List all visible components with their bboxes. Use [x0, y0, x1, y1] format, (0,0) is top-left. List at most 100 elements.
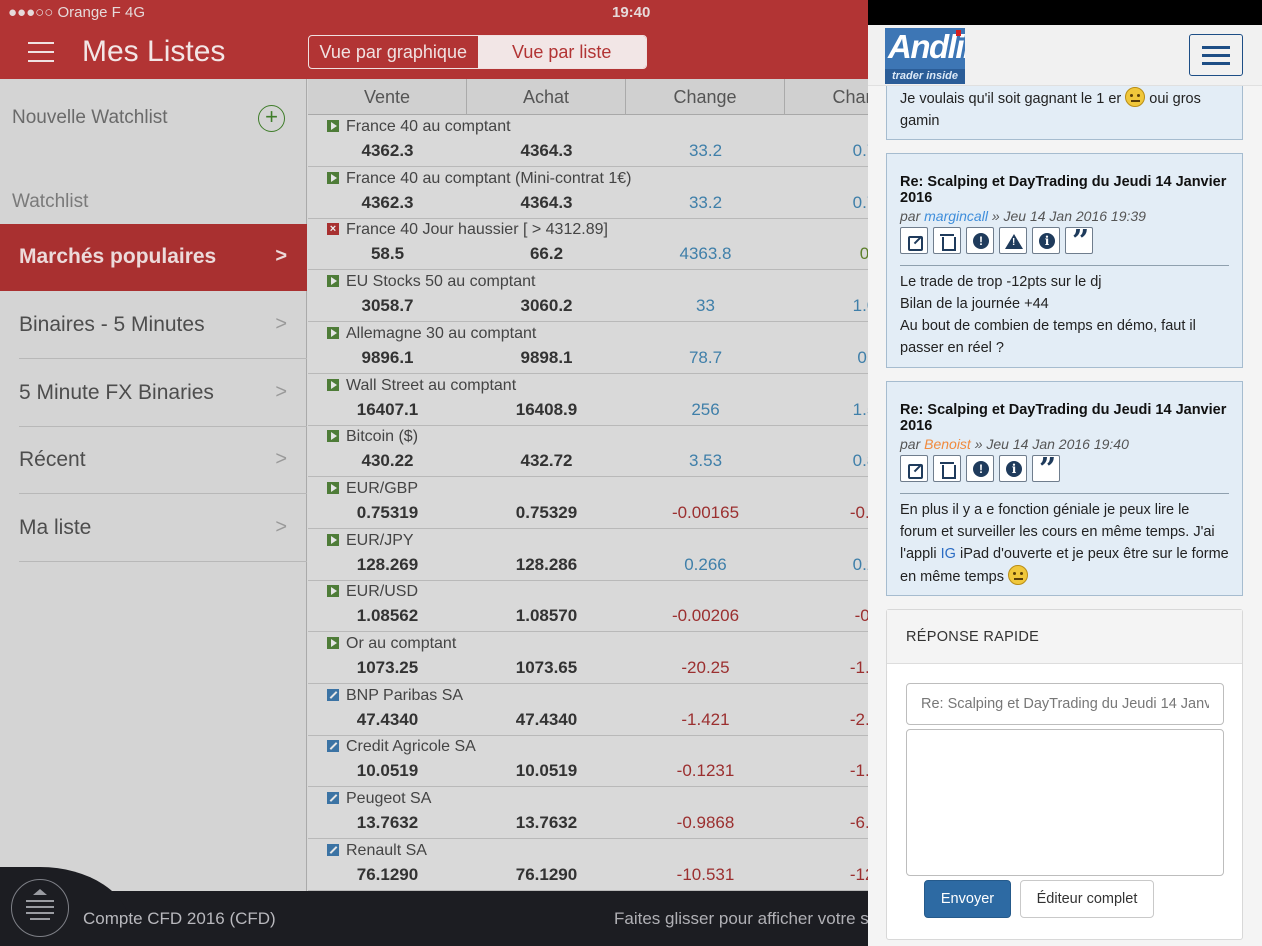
market-row[interactable]: France 40 Jour haussier [ > 4312.89] 58.5… [308, 218, 868, 271]
sidebar-item[interactable]: Marchés populaires > [0, 224, 307, 291]
market-row[interactable]: Wall Street au comptant 16407.1 16408.9 256… [308, 374, 868, 426]
forum-post: Re: Scalping et DayTrading du Jeudi 14 J… [886, 153, 1243, 368]
quote-icon[interactable] [1065, 224, 1093, 259]
market-row[interactable]: France 40 au comptant 4362.34364.3 33.2 0.7 [308, 115, 868, 167]
sidebar-item[interactable]: Récent > [0, 427, 307, 494]
market-row[interactable]: EU Stocks 50 au comptant 3058.7 3060.2 33 1.… [308, 270, 868, 323]
buy-price[interactable]: 9898.1 [467, 348, 626, 368]
post-date: » Jeu 14 Jan 2016 19:40 [974, 436, 1129, 452]
market-row[interactable]: EUR/GBP 0.753190.75329 -0.00165 -0.2 [308, 477, 868, 529]
sell-price[interactable]: 9896.1 [308, 348, 467, 368]
view-toggle: Vue par graphique Vue par liste [308, 35, 647, 69]
delete-icon[interactable] [933, 227, 961, 254]
new-watchlist-label: Nouvelle Watchlist [12, 107, 168, 128]
post-title[interactable]: Re: Scalping et DayTrading du Jeudi 14 J… [900, 402, 1230, 434]
sell-price[interactable]: 13.7632 [308, 813, 467, 833]
change-value: -0.9868 [676, 813, 735, 833]
sell-price[interactable]: 0.75319 [308, 503, 467, 523]
buy-price[interactable]: 4364.3 [467, 193, 626, 213]
sell-price[interactable]: 128.269 [308, 555, 467, 575]
buy-price[interactable]: 16408.9 [467, 400, 626, 420]
sell-price[interactable]: 1073.25 [308, 658, 467, 678]
market-row[interactable]: Credit Agricole SA 10.0519 10.0519 -0.1231 -… [308, 735, 868, 788]
reply-message-textarea[interactable] [906, 729, 1224, 876]
list-view-tab[interactable]: Vue par liste [477, 36, 646, 68]
market-name: EU Stocks 50 au comptant [346, 273, 536, 291]
sell-price[interactable]: 3058.7 [308, 296, 467, 316]
account-label[interactable]: Compte CFD 2016 (CFD) [83, 909, 276, 929]
buy-price[interactable]: 1.08570 [467, 606, 626, 626]
edit-icon[interactable] [900, 455, 928, 482]
buy-price[interactable]: 128.286 [467, 555, 626, 575]
add-watchlist-icon[interactable]: + [258, 105, 285, 132]
chevron-right-icon: > [275, 381, 287, 403]
delete-icon[interactable] [933, 455, 961, 482]
logo-tagline: trader inside [885, 69, 965, 84]
post-title[interactable]: Re: Scalping et DayTrading du Jeudi 14 J… [900, 174, 1230, 206]
market-row[interactable]: BNP Paribas SA47.434047.4340-1.421-2.9 [308, 684, 868, 736]
buy-price[interactable]: 1073.65 [467, 658, 626, 678]
market-row[interactable]: France 40 au comptant (Mini-contrat 1€) 4… [308, 167, 868, 219]
buy-price[interactable]: 47.4340 [467, 710, 626, 730]
reply-subject-input[interactable] [906, 683, 1224, 725]
column-header-sell[interactable]: Vente [308, 79, 467, 115]
account-drawer-icon[interactable] [11, 879, 69, 937]
sell-price[interactable]: 58.5 [308, 244, 467, 264]
play-icon [327, 430, 339, 443]
menu-icon[interactable] [28, 42, 54, 62]
sell-price[interactable]: 10.0519 [308, 761, 467, 781]
column-header-buy[interactable]: Achat [467, 79, 626, 115]
info-icon[interactable] [999, 455, 1027, 482]
warning-icon[interactable] [999, 227, 1027, 254]
market-row[interactable]: Allemagne 30 au comptant 9896.1 9898.1 78.7… [308, 322, 868, 374]
buy-price[interactable]: 66.2 [467, 244, 626, 264]
play-icon [327, 326, 339, 339]
column-header-change-pct[interactable]: Change [785, 79, 868, 115]
change-value: 3.53 [688, 451, 723, 471]
buy-price[interactable]: 13.7632 [467, 813, 626, 833]
quote-icon[interactable] [1032, 452, 1060, 487]
buy-price[interactable]: 4364.3 [467, 141, 626, 161]
andlil-logo[interactable]: Andlil trader inside [885, 28, 965, 84]
buy-price[interactable]: 432.72 [467, 451, 626, 471]
change-value: -0.00165 [671, 502, 740, 522]
sidebar-item[interactable]: Ma liste > [0, 495, 307, 562]
market-row[interactable]: EUR/USD 1.085621.08570 -0.00206 -0. [308, 580, 868, 633]
sell-price[interactable]: 16407.1 [308, 400, 467, 420]
ig-link[interactable]: IG [941, 546, 956, 562]
post-author-link[interactable]: margincall [924, 208, 988, 224]
post-body: Je voulais qu'il soit gagnant le 1 er ou… [900, 87, 1230, 132]
sell-price[interactable]: 76.1290 [308, 865, 467, 885]
post-author-link[interactable]: Benoist [924, 436, 971, 452]
sidebar-item[interactable]: 5 Minute FX Binaries > [0, 360, 307, 427]
change-percent: 0.7 [852, 192, 868, 212]
sell-price[interactable]: 1.08562 [308, 606, 467, 626]
sidebar-item[interactable]: Binaires - 5 Minutes > [0, 292, 307, 359]
new-watchlist-button[interactable]: Nouvelle Watchlist [12, 107, 292, 129]
edit-icon[interactable] [900, 227, 928, 254]
buy-price[interactable]: 10.0519 [467, 761, 626, 781]
sell-price[interactable]: 4362.3 [308, 141, 467, 161]
full-editor-button[interactable]: Éditeur complet [1020, 880, 1154, 918]
report-icon[interactable] [966, 227, 994, 254]
info-icon[interactable] [1032, 227, 1060, 254]
chart-view-tab[interactable]: Vue par graphique [309, 36, 478, 68]
market-row[interactable]: EUR/JPY 128.269128.286 0.266 0.2 [308, 529, 868, 581]
navbar-menu-icon[interactable] [1189, 34, 1243, 76]
sell-price[interactable]: 430.22 [308, 451, 467, 471]
buy-price[interactable]: 3060.2 [467, 296, 626, 316]
buy-price[interactable]: 76.1290 [467, 865, 626, 885]
column-header-change[interactable]: Change [626, 79, 785, 115]
buy-price[interactable]: 0.75329 [467, 503, 626, 523]
post-actions [900, 224, 1093, 259]
market-row[interactable]: Peugeot SA 13.763213.7632 -0.9868 -6.6 [308, 787, 868, 840]
market-row[interactable]: Or au comptant 1073.251073.65 -20.25 -1.8 [308, 632, 868, 684]
post-actions [900, 452, 1060, 487]
report-icon[interactable] [966, 455, 994, 482]
market-row[interactable]: Bitcoin ($) 430.22432.72 3.53 0.8 [308, 425, 868, 478]
sell-price[interactable]: 47.4340 [308, 710, 467, 730]
sell-price[interactable]: 4362.3 [308, 193, 467, 213]
change-percent: 0.8 [852, 451, 868, 471]
market-row[interactable]: Renault SA 76.129076.1290 -10.531 -12. [308, 839, 868, 891]
send-button[interactable]: Envoyer [924, 880, 1011, 918]
